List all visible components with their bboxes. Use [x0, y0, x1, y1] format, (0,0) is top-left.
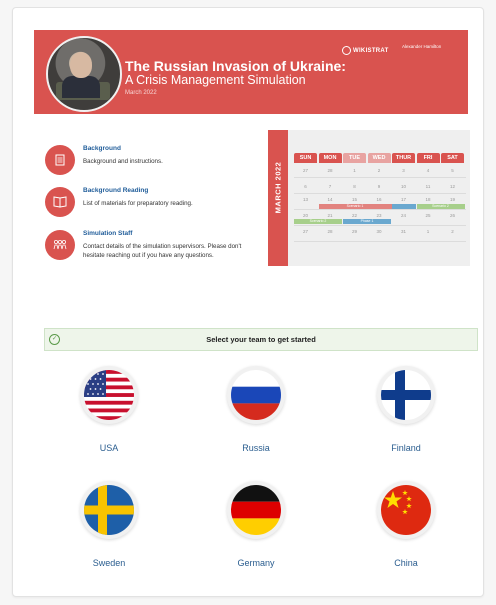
calendar-event-scenario-2b[interactable]: Scenario 2 [294, 219, 342, 224]
calendar-day-header: SUN [294, 153, 317, 163]
calendar-day: 28 [327, 168, 333, 173]
calendar-divider [294, 209, 466, 210]
calendar-day: 18 [425, 197, 431, 202]
usa-flag-frame [80, 366, 138, 424]
header-banner: The Russian Invasion of Ukraine: A Crisi… [34, 30, 468, 114]
calendar-day: 21 [327, 213, 333, 218]
calendar-day-header: SAT [441, 153, 464, 163]
banner-photo [46, 36, 122, 112]
calendar-day: 24 [400, 213, 406, 218]
march-calendar: MARCH 2022 SUN MON TUE WED THUR FRI SAT … [268, 130, 470, 266]
finland-flag-icon [381, 370, 431, 420]
calendar-day-header: MON [318, 153, 342, 163]
team-label-finland[interactable]: Finland [356, 443, 456, 453]
team-label-usa[interactable]: USA [59, 443, 159, 453]
simulation-staff-link[interactable]: Simulation Staff Contact details of the … [45, 230, 255, 268]
calendar-day: 27 [302, 168, 308, 173]
simulation-staff-description: Contact details of the simulation superv… [83, 243, 242, 259]
china-flag-frame [377, 481, 435, 539]
wikistrat-logo-text: WIKISTRAT [353, 48, 389, 55]
calendar-day: 26 [449, 213, 455, 218]
banner-date: March 2022 [125, 90, 157, 96]
calendar-day: 6 [304, 184, 307, 189]
calendar-day: 10 [400, 184, 406, 189]
calendar-day: 15 [351, 197, 357, 202]
russia-flag-icon [231, 370, 281, 420]
calendar-day: 30 [376, 229, 382, 234]
calendar-month-label: MARCH 2022 [273, 161, 283, 214]
germany-flag-frame [227, 481, 285, 539]
team-label-russia[interactable]: Russia [206, 443, 306, 453]
calendar-day-header: TUE [343, 153, 366, 163]
calendar-day: 11 [425, 184, 431, 189]
calendar-day: 7 [328, 184, 332, 189]
team-label-germany[interactable]: Germany [206, 558, 306, 568]
page-title: The Russian Invasion of Ukraine: [125, 58, 346, 74]
calendar-divider [294, 177, 466, 178]
calendar-day: 23 [376, 213, 382, 218]
sweden-flag-frame [80, 481, 138, 539]
calendar-day: 29 [351, 229, 357, 234]
select-team-text: Select your team to get started [206, 335, 316, 344]
calendar-day: 9 [377, 184, 381, 189]
background-description: Background and instructions. [83, 158, 163, 165]
simulation-staff-title[interactable]: Simulation Staff [83, 230, 132, 237]
calendar-day: 12 [449, 184, 455, 189]
calendar-divider [294, 241, 466, 242]
calendar-day: 25 [425, 213, 431, 218]
calendar-event-phase[interactable] [392, 204, 416, 209]
usa-flag-icon [84, 370, 134, 420]
document-icon [45, 145, 75, 175]
calendar-day-header: FRI [416, 153, 440, 163]
book-icon [45, 187, 75, 217]
calendar-divider [294, 225, 466, 226]
calendar-day: 1 [353, 168, 356, 173]
team-label-sweden[interactable]: Sweden [59, 558, 159, 568]
calendar-event-scenario-1[interactable]: Scenario 1 [318, 204, 392, 209]
calendar-day: 4 [426, 168, 430, 173]
calendar-day: 17 [400, 197, 406, 202]
calendar-day: 2 [451, 229, 454, 234]
calendar-day-header: WED [367, 153, 391, 163]
calendar-divider [294, 193, 466, 194]
background-reading-title[interactable]: Background Reading [83, 187, 148, 194]
alexander-hamilton-logo: Alexander Hamilton [402, 44, 442, 49]
calendar-day: 19 [449, 197, 455, 202]
germany-flag-icon [231, 485, 281, 535]
finland-flag-frame [377, 366, 435, 424]
calendar-day: 20 [302, 213, 308, 218]
china-flag-icon [381, 485, 431, 535]
russia-flag-frame [227, 366, 285, 424]
calendar-month-sidebar: MARCH 2022 [268, 130, 288, 266]
calendar-day: 2 [377, 168, 381, 173]
calendar-day: 16 [376, 197, 382, 202]
calendar-day: 8 [353, 184, 356, 189]
calendar-day: 28 [327, 229, 333, 234]
sweden-flag-icon [84, 485, 134, 535]
calendar-day: 14 [327, 197, 333, 202]
people-icon [45, 230, 75, 260]
face-image [70, 52, 92, 78]
calendar-day: 31 [400, 229, 406, 234]
background-title[interactable]: Background [83, 145, 121, 152]
calendar-day: 27 [302, 229, 308, 234]
calendar-event-phase-1[interactable]: Phase 1 [343, 219, 391, 224]
background-reading-description: List of materials for preparatory readin… [83, 200, 193, 207]
calendar-event-scenario-2[interactable]: Scenario 2 [416, 204, 465, 209]
team-label-china[interactable]: China [356, 558, 456, 568]
select-team-alert: ✓ Select your team to get started [44, 328, 478, 351]
calendar-day: 5 [451, 168, 454, 173]
person-image [62, 76, 100, 98]
wikistrat-logo-icon [342, 46, 351, 55]
calendar-day: 13 [302, 197, 308, 202]
page-subtitle: A Crisis Management Simulation [125, 73, 306, 87]
calendar-day: 22 [351, 213, 357, 218]
calendar-day: 3 [402, 168, 405, 173]
calendar-day: 1 [426, 229, 430, 234]
wikistrat-logo: WIKISTRAT [342, 46, 389, 55]
calendar-day-header: THUR [392, 153, 415, 163]
